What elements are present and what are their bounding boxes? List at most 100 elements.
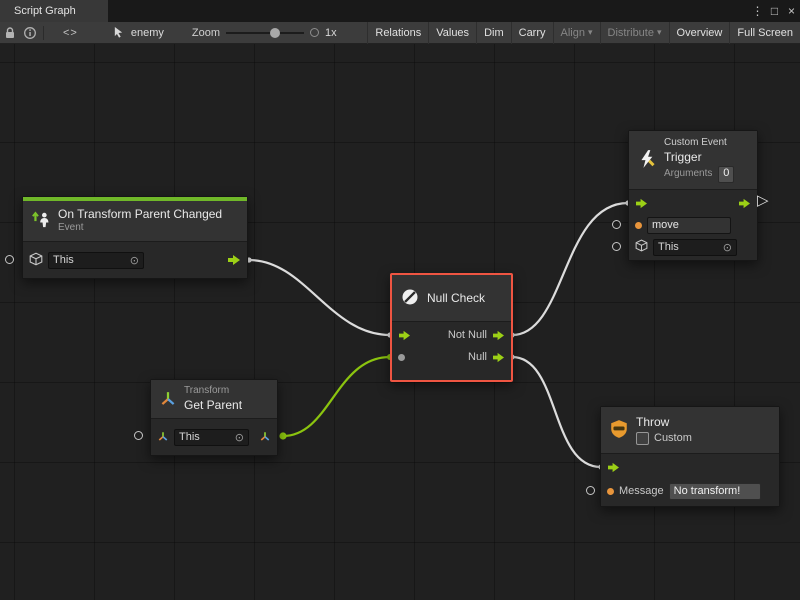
node-body: Message No transform! bbox=[601, 453, 779, 506]
wire-null-to-throw[interactable] bbox=[512, 357, 601, 467]
relations-button[interactable]: Relations bbox=[367, 22, 428, 44]
message-field[interactable]: No transform! bbox=[669, 483, 761, 500]
port-row-this: This ⊙ bbox=[629, 236, 757, 258]
port-row-not-null: Not Null bbox=[392, 324, 511, 346]
toolbar-separator bbox=[43, 26, 44, 40]
node-header: Throw Custom bbox=[601, 407, 779, 453]
arguments-count-field[interactable]: 0 bbox=[718, 166, 734, 183]
null-port-label: Null bbox=[468, 351, 487, 363]
graph-name-group[interactable]: enemy bbox=[112, 22, 164, 44]
transform-parent-changed-icon bbox=[31, 210, 51, 233]
not-null-output-arrow-icon[interactable] bbox=[492, 330, 505, 341]
full-screen-button[interactable]: Full Screen bbox=[729, 22, 800, 44]
tab-script-graph[interactable]: Script Graph bbox=[0, 0, 108, 22]
node-title: On Transform Parent Changed bbox=[58, 207, 222, 222]
carry-button[interactable]: Carry bbox=[511, 22, 553, 44]
tab-bar-spacer bbox=[108, 0, 749, 22]
overview-button[interactable]: Overview bbox=[669, 22, 730, 44]
control-input-arrow-icon[interactable] bbox=[607, 462, 620, 473]
node-title: Get Parent bbox=[184, 398, 242, 413]
carry-label: Carry bbox=[519, 27, 546, 39]
dim-label: Dim bbox=[484, 27, 504, 39]
graph-canvas[interactable]: On Transform Parent Changed Event This ⊙ bbox=[0, 44, 800, 600]
chevron-down-icon: ▾ bbox=[657, 28, 662, 37]
this-target-value: This bbox=[179, 431, 200, 443]
node-body: This ⊙ bbox=[23, 241, 247, 278]
node-on-transform-parent-changed[interactable]: On Transform Parent Changed Event This ⊙ bbox=[22, 196, 248, 279]
port-row-control bbox=[601, 456, 779, 478]
tab-label: Script Graph bbox=[14, 5, 76, 17]
event-this-port-circle[interactable] bbox=[5, 255, 14, 264]
event-name-value: move bbox=[652, 219, 679, 231]
full-screen-label: Full Screen bbox=[737, 27, 793, 39]
window-menu-icon[interactable]: ⋮ bbox=[749, 0, 766, 22]
throw-message-port-circle[interactable] bbox=[586, 486, 595, 495]
null-check-icon bbox=[400, 287, 420, 310]
continue-play-triangle-icon: ▷ bbox=[757, 193, 769, 208]
node-custom-event-trigger[interactable]: Custom Event Trigger Arguments 0 bbox=[628, 130, 758, 261]
distribute-button[interactable]: Distribute▾ bbox=[600, 22, 669, 44]
arguments-row: Arguments 0 bbox=[664, 166, 734, 183]
node-throw[interactable]: Throw Custom Message No bbox=[600, 406, 780, 507]
node-get-parent[interactable]: Transform Get Parent This ⊙ bbox=[150, 379, 278, 456]
control-output-arrow-icon[interactable] bbox=[738, 198, 751, 209]
zoom-reset-dot[interactable] bbox=[310, 28, 319, 37]
string-input-port-dot[interactable] bbox=[635, 222, 642, 229]
control-output-arrow-icon[interactable] bbox=[227, 254, 241, 266]
relations-label: Relations bbox=[375, 27, 421, 39]
node-header: Custom Event Trigger Arguments 0 bbox=[629, 131, 757, 189]
node-title: Throw bbox=[636, 415, 692, 430]
code-view-icon[interactable]: <> bbox=[63, 27, 78, 39]
values-button[interactable]: Values bbox=[428, 22, 476, 44]
control-input-arrow-icon[interactable] bbox=[635, 198, 648, 209]
zoom-slider-thumb[interactable] bbox=[270, 28, 280, 38]
custom-checkbox-row: Custom bbox=[636, 432, 692, 446]
port-row-event-name: move bbox=[629, 214, 757, 236]
zoom-slider-track[interactable] bbox=[226, 32, 304, 34]
node-null-check[interactable]: Null Check Not Null Null bbox=[390, 273, 513, 382]
node-title: Null Check bbox=[427, 291, 485, 305]
overview-label: Overview bbox=[677, 27, 723, 39]
graph-toolbar: <> enemy Zoom 1x Relations Values Dim Ca… bbox=[0, 22, 800, 44]
zoom-value: 1x bbox=[325, 27, 337, 39]
transform-output-port-icon[interactable] bbox=[259, 430, 271, 445]
window-maximize-icon[interactable]: □ bbox=[766, 0, 783, 22]
port-row-null: Null bbox=[392, 346, 511, 368]
object-picker-icon[interactable]: ⊙ bbox=[235, 431, 244, 444]
node-subtitle: Event bbox=[58, 222, 222, 235]
wire-getparent-to-nullcheck[interactable] bbox=[283, 357, 390, 436]
window-close-icon[interactable]: × bbox=[783, 0, 800, 22]
values-label: Values bbox=[436, 27, 469, 39]
info-icon[interactable] bbox=[20, 22, 40, 44]
node-header: Transform Get Parent bbox=[151, 380, 277, 418]
wire-event-to-nullcheck[interactable] bbox=[249, 260, 390, 335]
getparent-this-port-circle[interactable] bbox=[134, 431, 143, 440]
port-row-this: This ⊙ bbox=[23, 244, 247, 276]
object-picker-icon[interactable]: ⊙ bbox=[130, 254, 139, 267]
distribute-label: Distribute bbox=[608, 27, 654, 39]
message-label: Message bbox=[619, 485, 664, 497]
port-row-control bbox=[629, 192, 757, 214]
value-input-port-dot[interactable] bbox=[398, 354, 405, 361]
arguments-label: Arguments bbox=[664, 168, 712, 181]
transform-port-icon bbox=[157, 430, 169, 445]
custom-checkbox-label: Custom bbox=[654, 432, 692, 446]
this-target-field[interactable]: This ⊙ bbox=[653, 239, 737, 256]
object-picker-icon[interactable]: ⊙ bbox=[723, 241, 732, 254]
customevent-name-port-circle[interactable] bbox=[612, 220, 621, 229]
control-input-arrow-icon[interactable] bbox=[398, 330, 411, 341]
customevent-this-port-circle[interactable] bbox=[612, 242, 621, 251]
dim-button[interactable]: Dim bbox=[476, 22, 511, 44]
lock-icon[interactable] bbox=[0, 22, 20, 44]
this-target-field[interactable]: This ⊙ bbox=[48, 252, 144, 269]
string-input-port-dot[interactable] bbox=[607, 488, 614, 495]
zoom-slider[interactable] bbox=[226, 28, 304, 38]
custom-checkbox[interactable] bbox=[636, 432, 649, 445]
this-target-field[interactable]: This ⊙ bbox=[174, 429, 249, 446]
align-button[interactable]: Align▾ bbox=[553, 22, 600, 44]
custom-event-bolt-icon bbox=[637, 149, 657, 172]
wire-notnull-to-customevent[interactable] bbox=[512, 203, 628, 335]
gameobject-cube-icon bbox=[29, 252, 43, 269]
event-name-field[interactable]: move bbox=[647, 217, 731, 234]
null-output-arrow-icon[interactable] bbox=[492, 352, 505, 363]
